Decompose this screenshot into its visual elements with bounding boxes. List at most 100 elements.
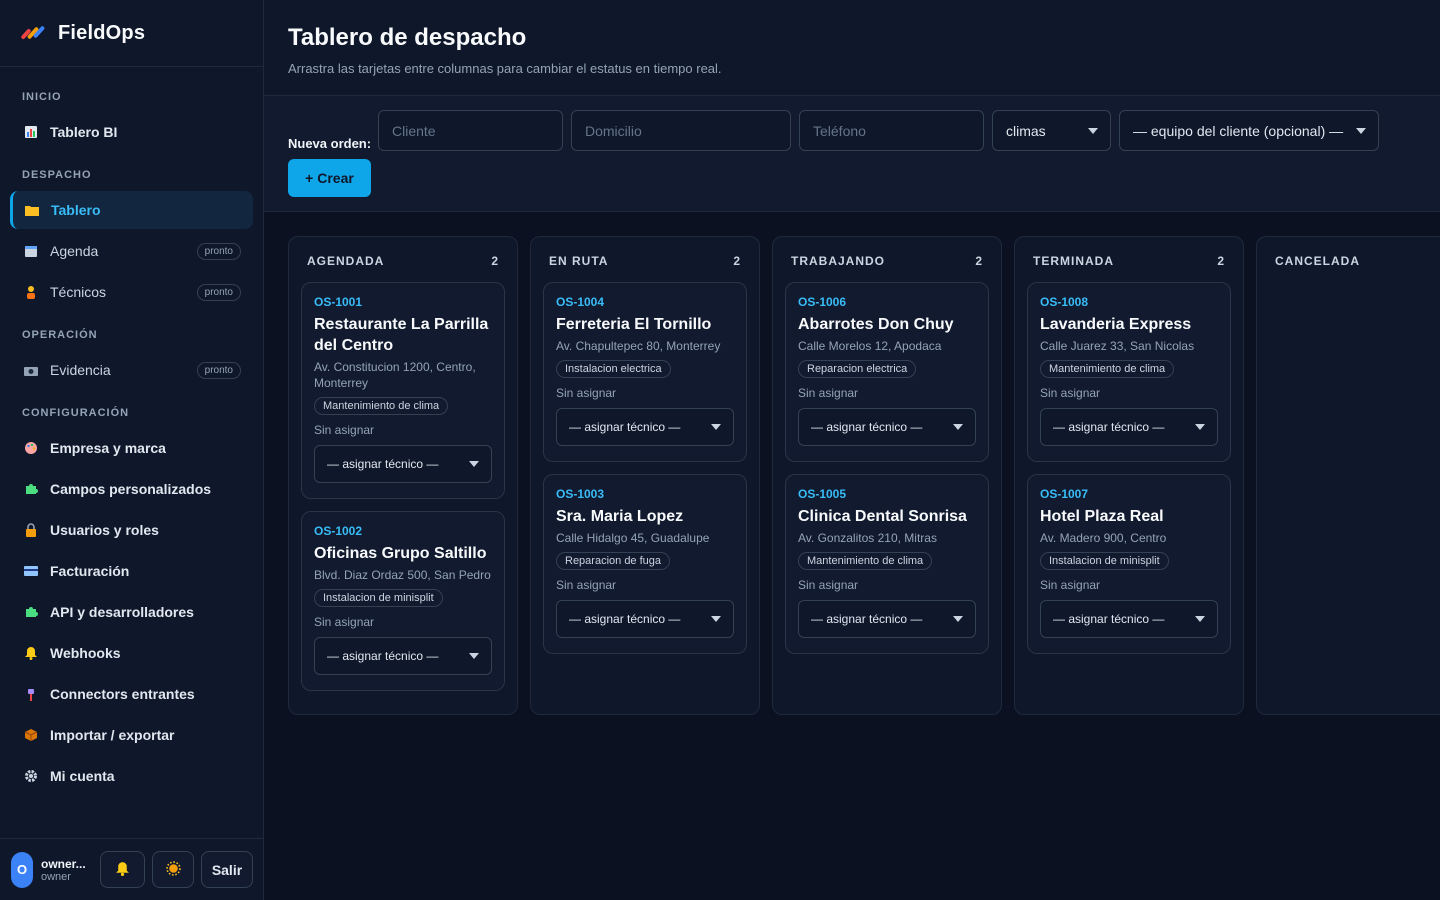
technician-value: — asignar técnico — [1053, 420, 1165, 434]
assign-technician-select[interactable]: — asignar técnico — [798, 408, 976, 446]
page-title: Tablero de despacho [288, 24, 527, 51]
sidebar-item-facturacion[interactable]: Facturación [10, 552, 253, 590]
order-card[interactable]: OS-1001 Restaurante La Parrilla del Cent… [301, 282, 505, 499]
sidebar-item-label: Técnicos [50, 284, 107, 300]
section-despacho: DESPACHO [22, 169, 92, 181]
column-header: EN RUTA 2 [549, 254, 741, 268]
sidebar-item-tablero[interactable]: Tablero [10, 191, 253, 229]
order-address: Calle Juarez 33, San Nicolas [1040, 339, 1195, 353]
column-cancelada: CANCELADA [1256, 236, 1440, 715]
sidebar-item-agenda[interactable]: Agenda pronto [10, 232, 253, 270]
assign-technician-select[interactable]: — asignar técnico — [314, 637, 492, 675]
column-title: TRABAJANDO [791, 254, 885, 268]
order-address: Blvd. Diaz Ordaz 500, San Pedro [314, 568, 491, 582]
sidebar-item-evidencia[interactable]: Evidencia pronto [10, 351, 253, 389]
camera-icon [23, 362, 39, 378]
theme-toggle-button[interactable] [152, 851, 194, 888]
service-tag: Instalacion de minisplit [314, 589, 443, 607]
section-operacion: OPERACIÓN [22, 329, 98, 341]
sidebar-item-usuarios[interactable]: Usuarios y roles [10, 511, 253, 549]
assign-technician-select[interactable]: — asignar técnico — [1040, 408, 1218, 446]
column-count: 2 [975, 254, 983, 268]
order-card[interactable]: OS-1002 Oficinas Grupo Saltillo Blvd. Di… [301, 511, 505, 691]
technician-value: — asignar técnico — [569, 420, 681, 434]
order-code: OS-1006 [798, 295, 847, 309]
order-address: Av. Constitucion 1200, Centro, Monterrey [314, 360, 476, 390]
column-count: 2 [1217, 254, 1225, 268]
status-badge: pronto [196, 242, 241, 260]
chevron-down-icon [711, 616, 721, 622]
order-code: OS-1001 [314, 295, 363, 309]
assign-technician-select[interactable]: — asignar técnico — [314, 445, 492, 483]
client-input[interactable]: Cliente [378, 110, 563, 151]
page-header: Tablero de despacho Arrastra las tarjeta… [264, 0, 1440, 96]
order-client-name: Ferreteria El Tornillo [556, 316, 712, 333]
service-tag: Instalacion de minisplit [1040, 552, 1169, 570]
sidebar-item-webhooks[interactable]: Webhooks [10, 634, 253, 672]
create-order-button[interactable]: + Crear [288, 159, 371, 197]
main-content: Tablero de despacho Arrastra las tarjeta… [264, 0, 1440, 900]
logout-button[interactable]: Salir [201, 851, 253, 888]
box-icon [23, 727, 39, 743]
user-info: owner... owner [41, 857, 97, 883]
order-card[interactable]: OS-1003 Sra. Maria Lopez Calle Hidalgo 4… [543, 474, 747, 654]
order-card[interactable]: OS-1005 Clinica Dental Sonrisa Av. Gonza… [785, 474, 989, 654]
sidebar-item-label: Empresa y marca [50, 440, 166, 456]
sidebar-item-importar[interactable]: Importar / exportar [10, 716, 253, 754]
status-badge: pronto [196, 283, 241, 301]
brand[interactable]: FieldOps [0, 0, 263, 67]
section-inicio: INICIO [22, 91, 62, 103]
order-client-name: Abarrotes Don Chuy [798, 316, 954, 333]
chevron-down-icon [469, 653, 479, 659]
equipment-value: — equipo del cliente (opcional) — [1133, 122, 1344, 139]
order-address: Calle Morelos 12, Apodaca [798, 339, 942, 353]
order-client-name: Sra. Maria Lopez [556, 508, 684, 525]
service-tag: Instalacion electrica [556, 360, 671, 378]
person-icon [23, 284, 39, 300]
order-code: OS-1003 [556, 487, 605, 501]
technician-value: — asignar técnico — [327, 457, 439, 471]
notifications-button[interactable] [100, 851, 145, 888]
chevron-down-icon [1195, 616, 1205, 622]
sidebar-item-connectors[interactable]: Connectors entrantes [10, 675, 253, 713]
assignee-status: Sin asignar [556, 578, 617, 592]
sidebar-item-tablero-bi[interactable]: Tablero BI [10, 113, 253, 151]
service-tag: Mantenimiento de clima [314, 397, 449, 415]
column-terminada: TERMINADA 2 OS-1008 Lavanderia Express C… [1014, 236, 1244, 715]
phone-input[interactable]: Teléfono [799, 110, 984, 151]
order-client-name: Hotel Plaza Real [1040, 508, 1164, 525]
chevron-down-icon [1195, 424, 1205, 430]
lock-icon [23, 522, 39, 538]
chevron-down-icon [1356, 127, 1366, 134]
sidebar-item-campos[interactable]: Campos personalizados [10, 470, 253, 508]
column-trabajando: TRABAJANDO 2 OS-1006 Abarrotes Don Chuy … [772, 236, 1002, 715]
order-card[interactable]: OS-1004 Ferreteria El Tornillo Av. Chapu… [543, 282, 747, 462]
assign-technician-select[interactable]: — asignar técnico — [556, 408, 734, 446]
assign-technician-select[interactable]: — asignar técnico — [798, 600, 976, 638]
sidebar-item-label: Evidencia [50, 362, 111, 378]
order-card[interactable]: OS-1008 Lavanderia Express Calle Juarez … [1027, 282, 1231, 462]
column-header: AGENDADA 2 [307, 254, 499, 268]
assign-technician-select[interactable]: — asignar técnico — [1040, 600, 1218, 638]
service-tag: Reparacion de fuga [556, 552, 671, 570]
order-client-name: Oficinas Grupo Saltillo [314, 545, 487, 562]
technician-value: — asignar técnico — [811, 612, 923, 626]
technician-value: — asignar técnico — [327, 649, 439, 663]
avatar[interactable]: O [11, 851, 33, 888]
sidebar-item-mi-cuenta[interactable]: Mi cuenta [10, 757, 253, 795]
order-card[interactable]: OS-1007 Hotel Plaza Real Av. Madero 900,… [1027, 474, 1231, 654]
order-card[interactable]: OS-1006 Abarrotes Don Chuy Calle Morelos… [785, 282, 989, 462]
palette-icon [23, 440, 39, 456]
sidebar: FieldOps INICIO Tablero BI DESPACHO Tabl… [0, 0, 264, 900]
address-input[interactable]: Domicilio [571, 110, 791, 151]
equipment-select[interactable]: — equipo del cliente (opcional) — [1119, 110, 1379, 151]
column-title: AGENDADA [307, 254, 385, 268]
sidebar-item-label: Agenda [50, 243, 99, 259]
service-type-select[interactable]: climas [992, 110, 1111, 151]
sidebar-item-empresa[interactable]: Empresa y marca [10, 429, 253, 467]
bell-icon [23, 645, 39, 661]
sidebar-item-tecnicos[interactable]: Técnicos pronto [10, 273, 253, 311]
sidebar-item-api[interactable]: API y desarrolladores [10, 593, 253, 631]
assign-technician-select[interactable]: — asignar técnico — [556, 600, 734, 638]
column-header: TRABAJANDO 2 [791, 254, 983, 268]
